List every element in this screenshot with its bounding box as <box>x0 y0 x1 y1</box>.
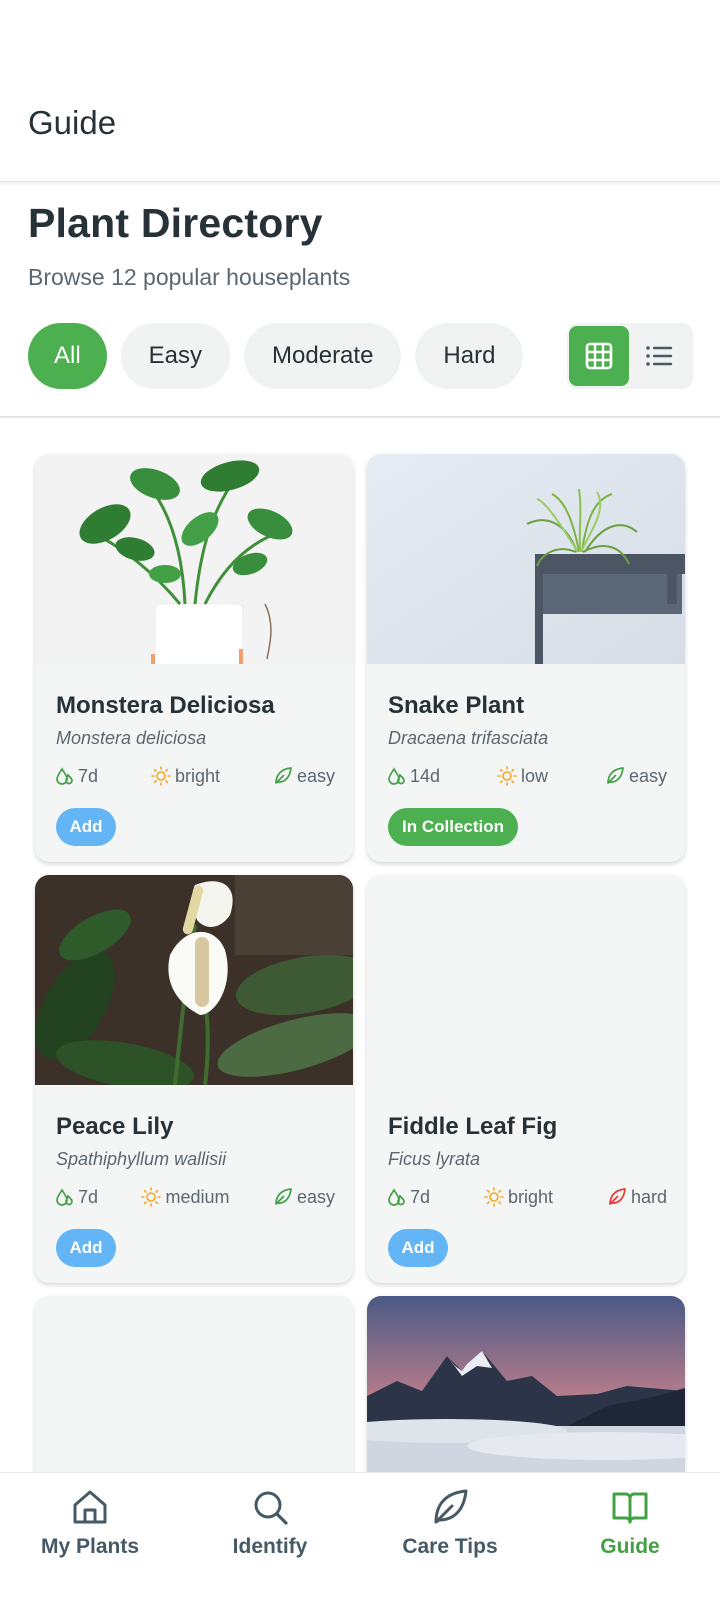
add-to-collection-button[interactable]: Add <box>388 1229 448 1267</box>
plant-photo-placeholder <box>367 875 685 1085</box>
plant-card-monstera[interactable]: Monstera Deliciosa Monstera deliciosa 7d… <box>35 454 353 862</box>
app-bar-title: Guide <box>28 104 117 141</box>
header-divider <box>0 416 720 418</box>
nav-identify[interactable]: Identify <box>180 1473 360 1600</box>
sun-icon <box>497 766 517 786</box>
plant-name: Fiddle Leaf Fig <box>388 1113 558 1140</box>
watering-stat: 14d <box>388 766 440 787</box>
difficulty-stat: easy <box>605 766 667 787</box>
difficulty-stat: hard <box>607 1187 667 1208</box>
plant-card-snake-plant[interactable]: Snake Plant Dracaena trifasciata 14d low… <box>367 454 685 862</box>
sun-icon <box>484 1187 504 1207</box>
plant-card[interactable] <box>367 1296 685 1496</box>
search-icon <box>254 1491 288 1525</box>
filter-chip-moderate[interactable]: Moderate <box>244 323 402 389</box>
nav-label: Care Tips <box>402 1535 498 1558</box>
water-drop-icon <box>388 767 405 785</box>
difficulty-level: easy <box>296 1186 335 1207</box>
plant-photo <box>367 454 685 664</box>
plant-scientific-name: Monstera deliciosa <box>56 728 207 748</box>
plant-name: Peace Lily <box>56 1113 174 1140</box>
nav-care-tips[interactable]: Care Tips <box>360 1473 540 1600</box>
nav-label: My Plants <box>40 1535 140 1558</box>
light-stat: low <box>497 766 548 787</box>
light-level: bright <box>174 765 221 786</box>
watering-stat: 7d <box>56 1187 98 1208</box>
add-to-collection-button[interactable]: Add <box>56 808 116 846</box>
difficulty-filters: All Easy Moderate Hard <box>28 323 524 389</box>
plant-scientific-name: Dracaena trifasciata <box>388 728 549 748</box>
add-to-collection-button[interactable]: Add <box>56 1229 116 1267</box>
view-toggle <box>567 323 693 389</box>
plant-card-fiddle-leaf-fig[interactable]: Fiddle Leaf Fig Ficus lyrata 7d bright h… <box>367 875 685 1283</box>
water-drop-icon <box>388 1188 405 1206</box>
nav-my-plants[interactable]: My Plants <box>0 1473 180 1600</box>
watering-interval: 14d <box>410 765 441 786</box>
watering-stat: 7d <box>56 766 98 787</box>
grid-view-button[interactable] <box>569 326 629 386</box>
leaf-icon <box>609 1188 626 1205</box>
filter-chip-hard[interactable]: Hard <box>415 323 524 389</box>
leaf-icon <box>275 1188 292 1205</box>
difficulty-level: easy <box>296 765 335 786</box>
filter-chip-easy[interactable]: Easy <box>120 323 231 389</box>
plant-card-peace-lily[interactable]: Peace Lily Spathiphyllum wallisii 7d med… <box>35 875 353 1283</box>
plant-card[interactable] <box>35 1296 353 1496</box>
plant-photo <box>35 875 353 1085</box>
light-level: bright <box>507 1186 554 1207</box>
page-subtitle: Browse 12 popular houseplants <box>28 264 351 290</box>
watering-interval: 7d <box>78 765 99 786</box>
water-drop-icon <box>56 1188 73 1206</box>
filter-chip-all[interactable]: All <box>28 323 107 389</box>
sun-icon <box>151 766 171 786</box>
nav-label: Identify <box>232 1535 308 1558</box>
plant-photo <box>367 1296 685 1496</box>
plant-photo <box>35 454 353 664</box>
leaf-icon <box>434 1489 468 1524</box>
light-stat: bright <box>484 1187 553 1208</box>
nav-label: Guide <box>600 1535 660 1558</box>
book-icon <box>612 1492 648 1524</box>
sun-icon <box>141 1187 162 1207</box>
nav-guide[interactable]: Guide <box>540 1473 720 1600</box>
list-icon <box>646 346 673 366</box>
plant-scientific-name: Spathiphyllum wallisii <box>56 1149 227 1169</box>
list-view-button[interactable] <box>629 326 689 386</box>
difficulty-stat: easy <box>273 766 335 787</box>
watering-stat: 7d <box>388 1187 430 1208</box>
plant-photo-placeholder <box>35 1296 353 1496</box>
plant-name: Snake Plant <box>388 692 525 719</box>
watering-interval: 7d <box>410 1186 431 1207</box>
plant-name: Monstera Deliciosa <box>56 692 275 719</box>
plant-scientific-name: Ficus lyrata <box>388 1149 481 1169</box>
leaf-icon <box>607 767 624 784</box>
light-stat: bright <box>151 766 220 787</box>
bottom-navigation: My Plants Identify Care Tips Guide <box>0 1472 720 1600</box>
difficulty-level: easy <box>628 765 667 786</box>
watering-interval: 7d <box>78 1186 99 1207</box>
in-collection-button[interactable]: In Collection <box>388 808 518 846</box>
light-level: medium <box>165 1186 230 1207</box>
home-icon <box>73 1490 107 1524</box>
leaf-icon <box>275 767 292 784</box>
light-stat: medium <box>141 1186 230 1208</box>
page-title: Plant Directory <box>28 200 323 246</box>
difficulty-level: hard <box>630 1186 667 1207</box>
difficulty-stat: easy <box>273 1187 335 1208</box>
app-bar: Guide <box>0 0 720 182</box>
grid-icon <box>585 342 613 370</box>
light-level: low <box>521 765 549 786</box>
water-drop-icon <box>56 767 73 785</box>
